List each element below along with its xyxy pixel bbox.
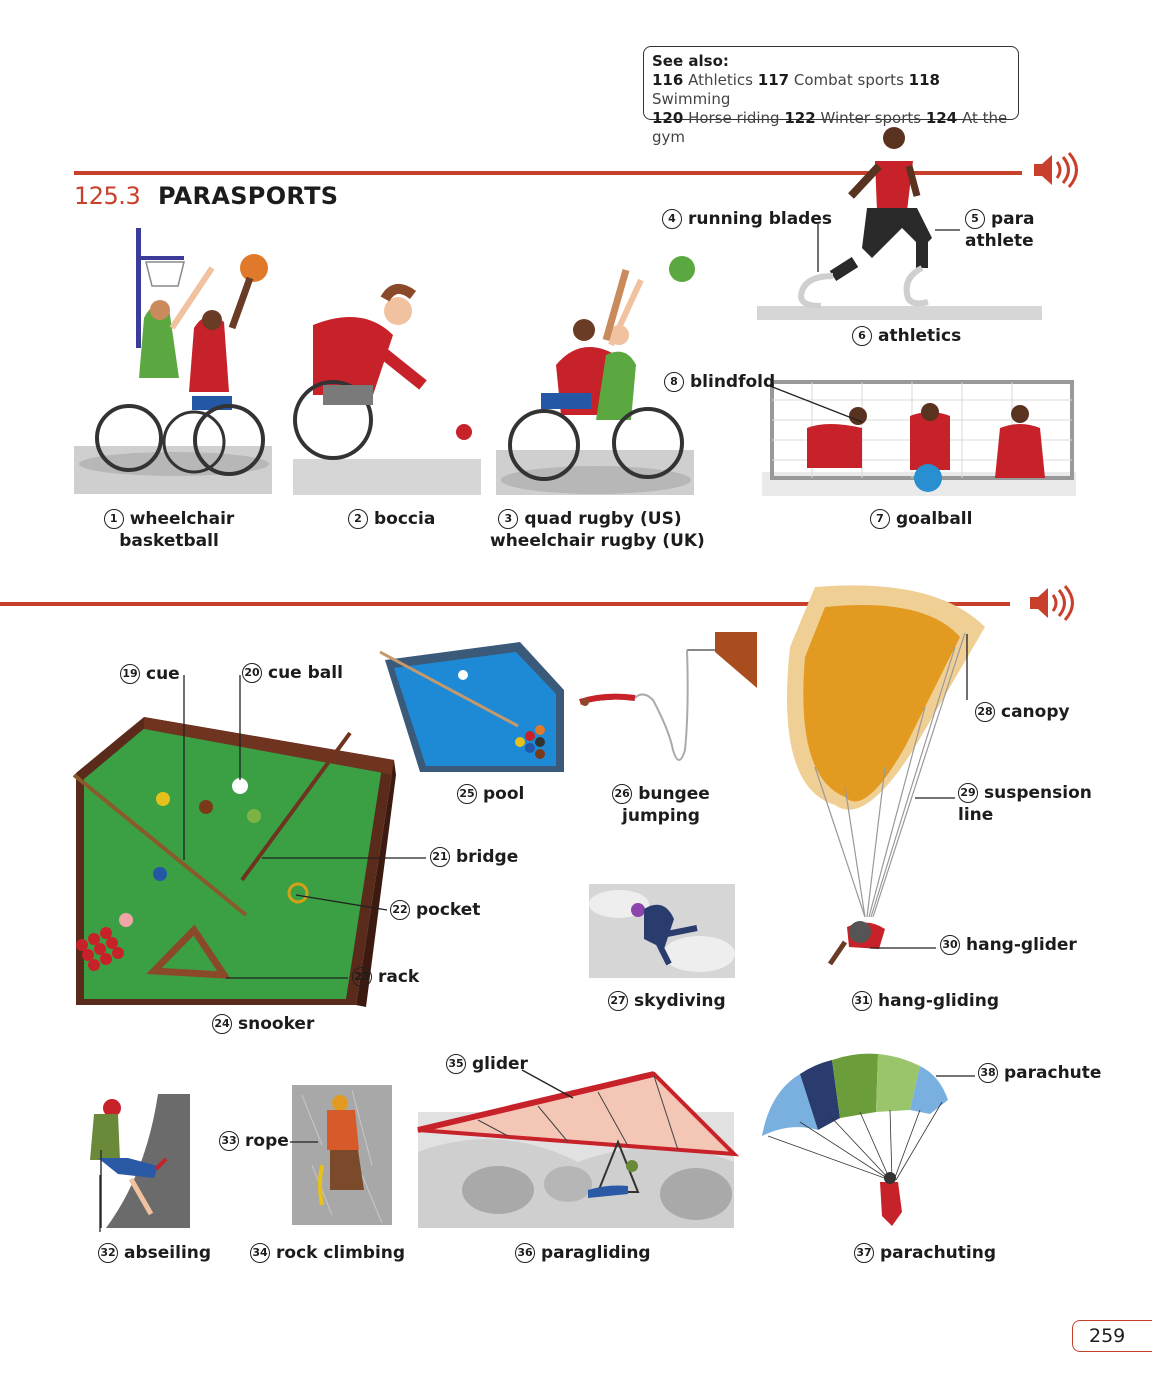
label-rope: 33 rope (219, 1130, 289, 1152)
label-text: parachuting (880, 1243, 997, 1263)
label-text: goalball (896, 509, 973, 529)
label-para-athlete: 5 para athlete (965, 208, 1035, 252)
label-text: athletics (878, 326, 962, 346)
label-number: 7 (870, 509, 890, 529)
label-number: 30 (940, 935, 960, 955)
label-cue: 19 cue (120, 663, 180, 685)
label-suspension-line: 29 suspension line (958, 782, 1092, 826)
label-number: 24 (212, 1014, 232, 1034)
label-text: suspension (984, 783, 1092, 803)
label-bungee-jumping: 26 bungee jumping (598, 783, 724, 827)
label-text: blindfold (690, 372, 776, 392)
label-text: rack (378, 967, 420, 987)
label-text: glider (472, 1054, 528, 1074)
label-number: 20 (242, 663, 262, 683)
label-number: 29 (958, 783, 978, 803)
label-number: 36 (515, 1243, 535, 1263)
label-text: running blades (688, 209, 832, 229)
label-text: rock climbing (276, 1243, 406, 1263)
label-text: hang-gliding (878, 991, 999, 1011)
label-rock-climbing: 34 rock climbing (250, 1242, 405, 1264)
label-number: 23 (352, 967, 372, 987)
label-number: 37 (854, 1243, 874, 1263)
label-number: 3 (498, 509, 519, 529)
label-number: 26 (612, 784, 633, 804)
label-canopy: 28 canopy (975, 701, 1070, 723)
label-number: 35 (446, 1054, 466, 1074)
label-text: bridge (456, 847, 519, 867)
label-text: canopy (1001, 702, 1070, 722)
label-goalball: 7 goalball (870, 508, 972, 530)
label-number: 19 (120, 664, 140, 684)
label-text: basketball (119, 531, 219, 551)
label-abseiling: 32 abseiling (98, 1242, 211, 1264)
leader-lines (99, 224, 975, 1232)
label-snooker: 24 snooker (212, 1013, 314, 1035)
label-text: para (991, 209, 1035, 229)
label-blindfold: 8 blindfold (664, 371, 775, 393)
label-text: abseiling (124, 1243, 212, 1263)
label-number: 25 (457, 784, 477, 804)
label-text: wheelchair (129, 509, 235, 529)
label-text: parachute (1004, 1063, 1102, 1083)
label-number: 4 (662, 209, 682, 229)
label-quad-rugby: 3 quad rugby (US) wheelchair rugby (UK) (490, 508, 705, 552)
label-bridge: 21 bridge (430, 846, 518, 868)
label-number: 33 (219, 1131, 239, 1151)
label-cue-ball: 20 cue ball (242, 662, 343, 684)
label-parachute: 38 parachute (978, 1062, 1101, 1084)
label-hang-glider: 30 hang-glider (940, 934, 1077, 956)
label-parachuting: 37 parachuting (854, 1242, 996, 1264)
label-number: 2 (348, 509, 368, 529)
label-glider: 35 glider (446, 1053, 528, 1075)
label-text: skydiving (634, 991, 726, 1011)
label-number: 28 (975, 702, 995, 722)
label-number: 1 (103, 509, 124, 529)
label-text: cue (146, 664, 180, 684)
label-skydiving: 27 skydiving (608, 990, 726, 1012)
page-number: 259 (1072, 1320, 1152, 1352)
label-text: paragliding (541, 1243, 651, 1263)
label-text: jumping (622, 806, 700, 826)
label-text: line (958, 805, 994, 825)
label-boccia: 2 boccia (348, 508, 435, 530)
label-number: 5 (965, 209, 985, 229)
label-text: quad rugby (US) (524, 509, 682, 529)
label-text: boccia (374, 509, 436, 529)
label-running-blades: 4 running blades (662, 208, 832, 230)
label-paragliding: 36 paragliding (515, 1242, 651, 1264)
label-text: pocket (416, 900, 481, 920)
label-wheelchair-basketball: 1 wheelchair basketball (84, 508, 254, 552)
label-text: wheelchair rugby (UK) (490, 531, 705, 551)
label-number: 38 (978, 1063, 998, 1083)
label-text: hang-glider (966, 935, 1077, 955)
label-hang-gliding: 31 hang-gliding (852, 990, 999, 1012)
label-text: snooker (238, 1014, 315, 1034)
label-text: rope (245, 1131, 289, 1151)
label-text: pool (483, 784, 525, 804)
label-number: 21 (430, 847, 450, 867)
label-number: 32 (98, 1243, 118, 1263)
label-number: 8 (664, 372, 684, 392)
label-text: cue ball (268, 663, 343, 683)
label-text: bungee (638, 784, 710, 804)
label-pocket: 22 pocket (390, 899, 480, 921)
label-text: athlete (965, 231, 1034, 251)
label-pool: 25 pool (457, 783, 524, 805)
label-number: 22 (390, 900, 410, 920)
label-number: 27 (608, 991, 628, 1011)
label-rack: 23 rack (352, 966, 419, 988)
label-number: 6 (852, 326, 872, 346)
label-athletics: 6 athletics (852, 325, 961, 347)
label-number: 31 (852, 991, 872, 1011)
label-number: 34 (250, 1243, 270, 1263)
